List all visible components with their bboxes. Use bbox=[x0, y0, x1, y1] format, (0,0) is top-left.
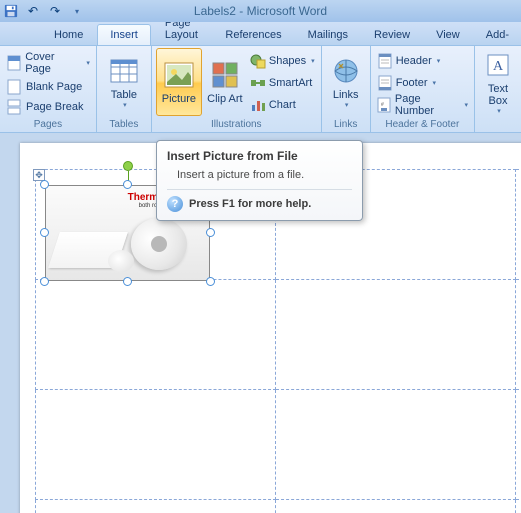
clipart-icon bbox=[209, 59, 241, 91]
tooltip-body: Insert a picture from a file. bbox=[167, 169, 352, 181]
chart-label: Chart bbox=[269, 99, 296, 111]
tooltip: Insert Picture from File Insert a pictur… bbox=[156, 140, 363, 221]
group-text-label bbox=[479, 129, 517, 132]
chevron-down-icon: ▾ bbox=[437, 57, 441, 65]
table-icon bbox=[108, 55, 140, 87]
smartart-label: SmartArt bbox=[269, 77, 312, 89]
page-number-button[interactable]: # Page Number ▾ bbox=[375, 94, 470, 116]
text-box-label: Text Box bbox=[480, 83, 516, 107]
chart-button[interactable]: Chart bbox=[248, 94, 317, 116]
tab-references[interactable]: References bbox=[213, 25, 293, 45]
tab-insert[interactable]: Insert bbox=[97, 24, 151, 45]
links-icon bbox=[330, 55, 362, 87]
redo-icon[interactable]: ↷ bbox=[44, 0, 66, 22]
blank-page-label: Blank Page bbox=[26, 81, 82, 93]
rotation-handle[interactable] bbox=[123, 161, 133, 171]
header-button[interactable]: Header ▾ bbox=[375, 50, 470, 72]
group-hf-label: Header & Footer bbox=[375, 118, 470, 132]
svg-text:A: A bbox=[493, 59, 504, 74]
text-box-button[interactable]: A Text Box ▾ bbox=[479, 48, 517, 116]
svg-text:#: # bbox=[381, 102, 384, 108]
tooltip-footer: Press F1 for more help. bbox=[189, 198, 311, 210]
group-text: A Text Box ▾ bbox=[475, 46, 521, 132]
shapes-label: Shapes bbox=[269, 55, 306, 67]
save-icon[interactable] bbox=[0, 0, 22, 22]
tab-addins[interactable]: Add- bbox=[474, 25, 521, 45]
shapes-icon bbox=[250, 53, 266, 69]
chevron-down-icon: ▾ bbox=[497, 107, 501, 115]
window-title: Labels2 - Microsoft Word bbox=[194, 4, 327, 18]
ribbon: Cover Page ▾ Blank Page Page Break Pages… bbox=[0, 46, 521, 133]
resize-handle[interactable] bbox=[206, 228, 215, 237]
table-button[interactable]: Table ▾ bbox=[101, 48, 147, 116]
page-number-icon: # bbox=[377, 97, 392, 113]
footer-button[interactable]: Footer ▾ bbox=[375, 72, 470, 94]
group-pages: Cover Page ▾ Blank Page Page Break Pages bbox=[0, 46, 97, 132]
cover-page-icon bbox=[6, 55, 21, 71]
group-illustrations: Picture Clip Art Shapes ▾ SmartArt Ch bbox=[152, 46, 322, 132]
smartart-icon bbox=[250, 75, 266, 91]
clipart-button[interactable]: Clip Art bbox=[202, 48, 248, 116]
smartart-button[interactable]: SmartArt bbox=[248, 72, 317, 94]
picture-icon bbox=[163, 59, 195, 91]
blank-page-icon bbox=[6, 79, 22, 95]
picture-label: Picture bbox=[162, 93, 196, 105]
footer-icon bbox=[377, 75, 393, 91]
chevron-down-icon: ▾ bbox=[123, 101, 127, 109]
page-break-button[interactable]: Page Break bbox=[4, 98, 92, 116]
undo-icon[interactable]: ↶ bbox=[22, 0, 44, 22]
tab-home[interactable]: Home bbox=[42, 25, 95, 45]
footer-label: Footer bbox=[396, 77, 428, 89]
chevron-down-icon: ▾ bbox=[432, 79, 436, 87]
resize-handle[interactable] bbox=[40, 277, 49, 286]
tab-review[interactable]: Review bbox=[362, 25, 422, 45]
shapes-button[interactable]: Shapes ▾ bbox=[248, 50, 317, 72]
links-button[interactable]: Links ▾ bbox=[326, 48, 366, 116]
group-links: Links ▾ Links bbox=[322, 46, 371, 132]
resize-handle[interactable] bbox=[123, 180, 132, 189]
group-tables-label: Tables bbox=[101, 118, 147, 132]
tooltip-title: Insert Picture from File bbox=[167, 149, 352, 163]
cover-page-button[interactable]: Cover Page ▾ bbox=[4, 50, 92, 76]
chevron-down-icon: ▾ bbox=[464, 101, 468, 109]
chart-icon bbox=[250, 97, 266, 113]
blank-page-button[interactable]: Blank Page bbox=[4, 78, 92, 96]
qat-dropdown-icon[interactable]: ▾ bbox=[66, 0, 88, 22]
links-label: Links bbox=[333, 89, 359, 101]
header-label: Header bbox=[396, 55, 432, 67]
page-break-icon bbox=[6, 99, 22, 115]
table-label: Table bbox=[111, 89, 137, 101]
page-number-label: Page Number bbox=[395, 93, 460, 117]
resize-handle[interactable] bbox=[206, 277, 215, 286]
chevron-down-icon: ▾ bbox=[345, 101, 349, 109]
help-icon: ? bbox=[167, 196, 183, 212]
group-pages-label: Pages bbox=[4, 118, 92, 132]
text-box-icon: A bbox=[482, 49, 514, 81]
chevron-down-icon: ▾ bbox=[311, 57, 315, 65]
title-bar: ↶ ↷ ▾ Labels2 - Microsoft Word bbox=[0, 0, 521, 22]
ribbon-tabs: Home Insert Page Layout References Maili… bbox=[0, 22, 521, 46]
resize-handle[interactable] bbox=[40, 228, 49, 237]
group-links-label: Links bbox=[326, 118, 366, 132]
resize-handle[interactable] bbox=[40, 180, 49, 189]
group-illustrations-label: Illustrations bbox=[156, 118, 317, 132]
group-header-footer: Header ▾ Footer ▾ # Page Number ▾ Header… bbox=[371, 46, 475, 132]
chevron-down-icon: ▾ bbox=[86, 59, 90, 67]
group-tables: Table ▾ Tables bbox=[97, 46, 152, 132]
resize-handle[interactable] bbox=[123, 277, 132, 286]
tab-mailings[interactable]: Mailings bbox=[296, 25, 360, 45]
tab-view[interactable]: View bbox=[424, 25, 472, 45]
picture-button[interactable]: Picture bbox=[156, 48, 202, 116]
header-icon bbox=[377, 53, 393, 69]
clipart-label: Clip Art bbox=[207, 93, 242, 105]
page-break-label: Page Break bbox=[26, 101, 83, 113]
cover-page-label: Cover Page bbox=[25, 51, 80, 75]
